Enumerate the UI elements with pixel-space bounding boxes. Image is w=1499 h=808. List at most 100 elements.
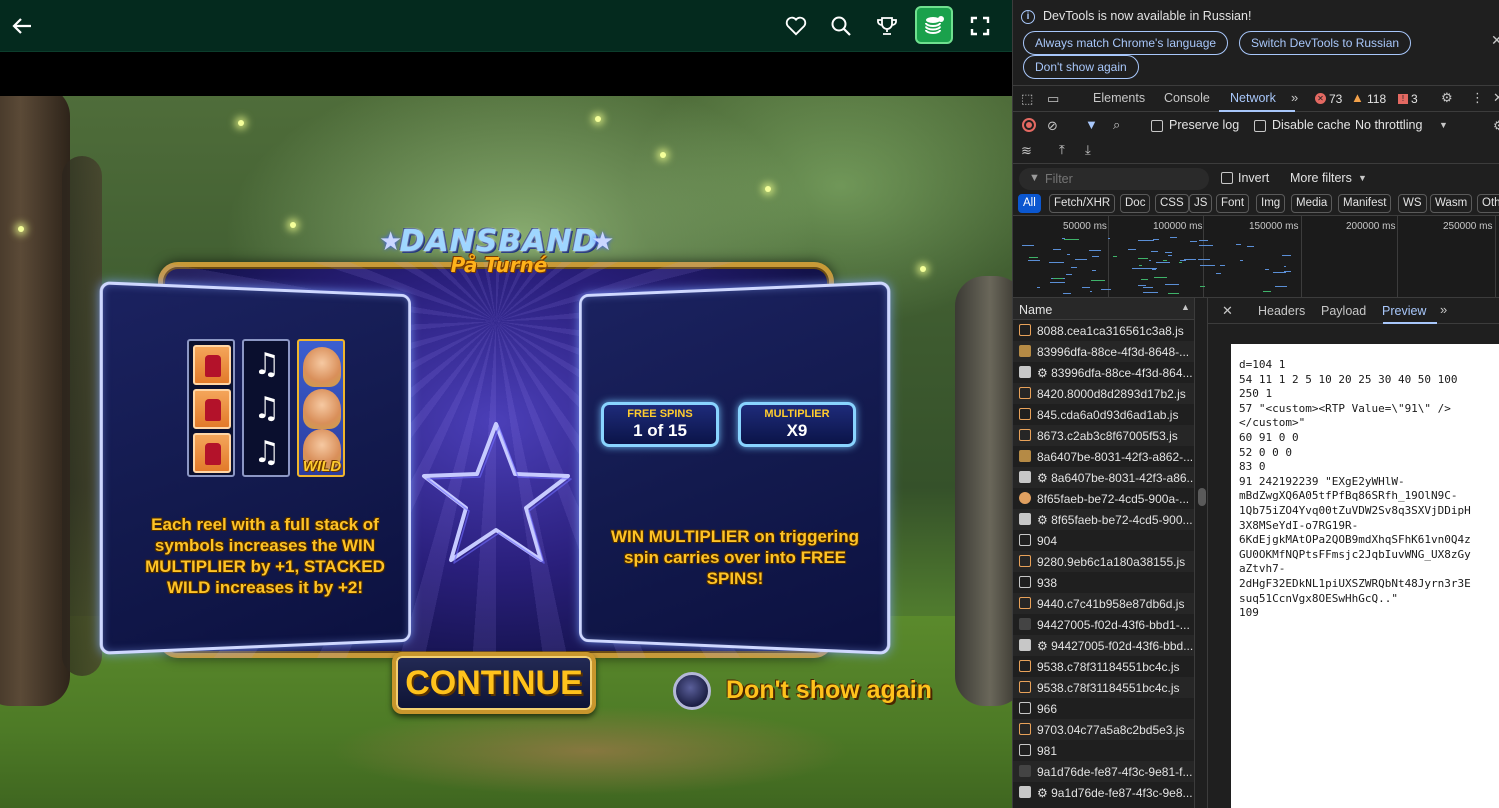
request-row[interactable]: 9440.c7c41b958e87db6d.js <box>1013 593 1195 614</box>
type-filter-ws[interactable]: WS <box>1398 194 1427 213</box>
network-overview-timeline[interactable]: 50000 ms 100000 ms 150000 ms 200000 ms 2… <box>1013 216 1499 298</box>
trophy-icon[interactable] <box>869 8 905 44</box>
chevron-down-icon[interactable]: ▼ <box>1439 120 1448 130</box>
device-toolbar-icon[interactable]: ▭ <box>1047 91 1059 107</box>
response-preview[interactable]: d=104 1 54 11 1 2 5 10 20 25 30 40 50 10… <box>1231 344 1499 808</box>
more-options-icon[interactable]: ⋮ <box>1471 90 1484 106</box>
type-filter-js[interactable]: JS <box>1189 194 1212 213</box>
request-row[interactable]: 8673.c2ab3c8f67005f53.js <box>1013 425 1195 446</box>
request-row[interactable]: 9703.04c77a5a8c2bd5e3.js <box>1013 719 1195 740</box>
type-filter-all[interactable]: All <box>1018 194 1041 213</box>
scrollbar-thumb[interactable] <box>1198 488 1206 506</box>
request-row[interactable]: 9280.9eb6c1a180a38155.js <box>1013 551 1195 572</box>
type-filter-font[interactable]: Font <box>1216 194 1249 213</box>
throttling-select[interactable]: No throttling <box>1355 118 1422 132</box>
request-row[interactable]: 83996dfa-88ce-4f3d-8648-... <box>1013 341 1195 362</box>
preserve-log-checkbox[interactable] <box>1151 120 1163 132</box>
request-row[interactable]: 9538.c78f31184551bc4c.js <box>1013 677 1195 698</box>
tab-payload[interactable]: Payload <box>1321 304 1366 318</box>
issues-count[interactable]: 3 <box>1411 92 1418 106</box>
chevron-down-icon[interactable]: ▼ <box>1358 173 1367 183</box>
resource-type-icon <box>1019 513 1031 525</box>
record-icon[interactable] <box>1022 118 1036 132</box>
request-row[interactable]: ⚙ 83996dfa-88ce-4f3d-864... <box>1013 362 1195 383</box>
error-count[interactable]: 73 <box>1329 92 1342 106</box>
preserve-log-label: Preserve log <box>1169 118 1239 132</box>
sort-ascending-icon: ▲ <box>1181 302 1190 312</box>
resource-type-icon <box>1019 534 1031 546</box>
type-filter-fetch-xhr[interactable]: Fetch/XHR <box>1049 194 1115 213</box>
type-filter-wasm[interactable]: Wasm <box>1430 194 1472 213</box>
request-row[interactable]: 966 <box>1013 698 1195 719</box>
game-viewport: ★ DANSBAND På Turné ★ ♫ ♫ ♫ WILD Each re… <box>0 0 1012 808</box>
request-row[interactable]: ⚙ 8a6407be-8031-42f3-a86... <box>1013 467 1195 488</box>
tab-network[interactable]: Network <box>1230 91 1276 105</box>
resource-type-icon <box>1019 576 1031 588</box>
name-column-header[interactable]: Name ▲ <box>1013 298 1195 320</box>
clear-icon[interactable]: ⊘ <box>1047 118 1058 134</box>
timeline-bar <box>1165 284 1179 285</box>
close-detail-icon[interactable]: ✕ <box>1222 303 1233 319</box>
type-filter-media[interactable]: Media <box>1291 194 1332 213</box>
switch-to-russian-button[interactable]: Switch DevTools to Russian <box>1239 31 1411 55</box>
request-row[interactable]: ⚙ 94427005-f02d-43f6-bbd... <box>1013 635 1195 656</box>
tree-trunk-right <box>955 276 1012 706</box>
search-icon[interactable]: ⌕ <box>1113 117 1120 133</box>
infobar-dont-show-button[interactable]: Don't show again <box>1023 55 1139 79</box>
request-row[interactable]: 845.cda6a0d93d6ad1ab.js <box>1013 404 1195 425</box>
coins-icon[interactable] <box>915 6 953 44</box>
timeline-bar <box>1138 285 1146 286</box>
dont-show-again-label[interactable]: Don't show again <box>726 676 932 705</box>
request-row[interactable]: 904 <box>1013 530 1195 551</box>
request-row[interactable]: 9538.c78f31184551bc4c.js <box>1013 656 1195 677</box>
type-filter-doc[interactable]: Doc <box>1120 194 1150 213</box>
timeline-gridline <box>1108 216 1109 298</box>
request-row[interactable]: 94427005-f02d-43f6-bbd1-... <box>1013 614 1195 635</box>
match-chrome-language-button[interactable]: Always match Chrome's language <box>1023 31 1228 55</box>
network-conditions-icon[interactable]: ⚙ <box>1493 118 1499 134</box>
close-icon[interactable]: ✕ <box>1491 32 1499 49</box>
search-icon[interactable] <box>823 8 859 44</box>
disable-cache-checkbox[interactable] <box>1254 120 1266 132</box>
inspect-element-icon[interactable]: ⬚ <box>1021 91 1033 107</box>
multiplier-value: X9 <box>741 421 853 441</box>
type-filter-img[interactable]: Img <box>1256 194 1285 213</box>
heart-icon[interactable] <box>778 8 814 44</box>
export-har-icon[interactable]: ⤓ <box>1085 142 1091 158</box>
close-devtools-icon[interactable]: ✕ <box>1493 90 1499 106</box>
request-row[interactable]: 8f65faeb-be72-4cd5-900a-... <box>1013 488 1195 509</box>
warning-count[interactable]: 118 <box>1367 92 1386 106</box>
request-row[interactable]: ⚙ 9a1d76de-fe87-4f3c-9e8... <box>1013 782 1195 803</box>
wifi-icon[interactable]: ≋ <box>1021 143 1032 159</box>
request-row[interactable]: 981 <box>1013 740 1195 761</box>
more-tabs-icon[interactable]: » <box>1291 90 1298 105</box>
tab-preview[interactable]: Preview <box>1382 304 1426 318</box>
invert-checkbox[interactable] <box>1221 172 1233 184</box>
type-filter-css[interactable]: CSS <box>1155 194 1189 213</box>
more-filters-dropdown[interactable]: More filters <box>1290 171 1352 185</box>
import-har-icon[interactable]: ⤒ <box>1059 142 1065 158</box>
more-tabs-icon[interactable]: » <box>1440 302 1447 317</box>
request-row[interactable]: 938 <box>1013 572 1195 593</box>
filter-funnel-icon[interactable]: ▼ <box>1085 117 1098 132</box>
continue-button[interactable]: CONTINUE <box>392 652 596 714</box>
request-list-scrollbar[interactable] <box>1196 298 1208 808</box>
tab-headers[interactable]: Headers <box>1258 304 1305 318</box>
filter-input[interactable] <box>1019 168 1209 190</box>
request-row[interactable]: 8420.8000d8d2893d17b2.js <box>1013 383 1195 404</box>
tab-elements[interactable]: Elements <box>1093 91 1145 105</box>
dont-show-again-checkbox[interactable] <box>673 672 711 710</box>
tab-console[interactable]: Console <box>1164 91 1210 105</box>
back-arrow-icon[interactable] <box>4 8 40 44</box>
timeline-bar <box>1143 268 1158 269</box>
settings-gear-icon[interactable]: ⚙ <box>1441 90 1453 106</box>
request-name: 9440.c7c41b958e87db6d.js <box>1037 597 1184 611</box>
request-row[interactable]: ⚙ 8f65faeb-be72-4cd5-900... <box>1013 509 1195 530</box>
request-row[interactable]: 8088.cea1ca316561c3a8.js <box>1013 320 1195 341</box>
fullscreen-icon[interactable] <box>962 8 998 44</box>
request-row[interactable]: 9a1d76de-fe87-4f3c-9e81-f... <box>1013 761 1195 782</box>
type-filter-other[interactable]: Oth <box>1477 194 1499 213</box>
type-filter-manifest[interactable]: Manifest <box>1338 194 1391 213</box>
request-row[interactable]: 8a6407be-8031-42f3-a862-... <box>1013 446 1195 467</box>
issues-icon: ! <box>1398 94 1408 104</box>
